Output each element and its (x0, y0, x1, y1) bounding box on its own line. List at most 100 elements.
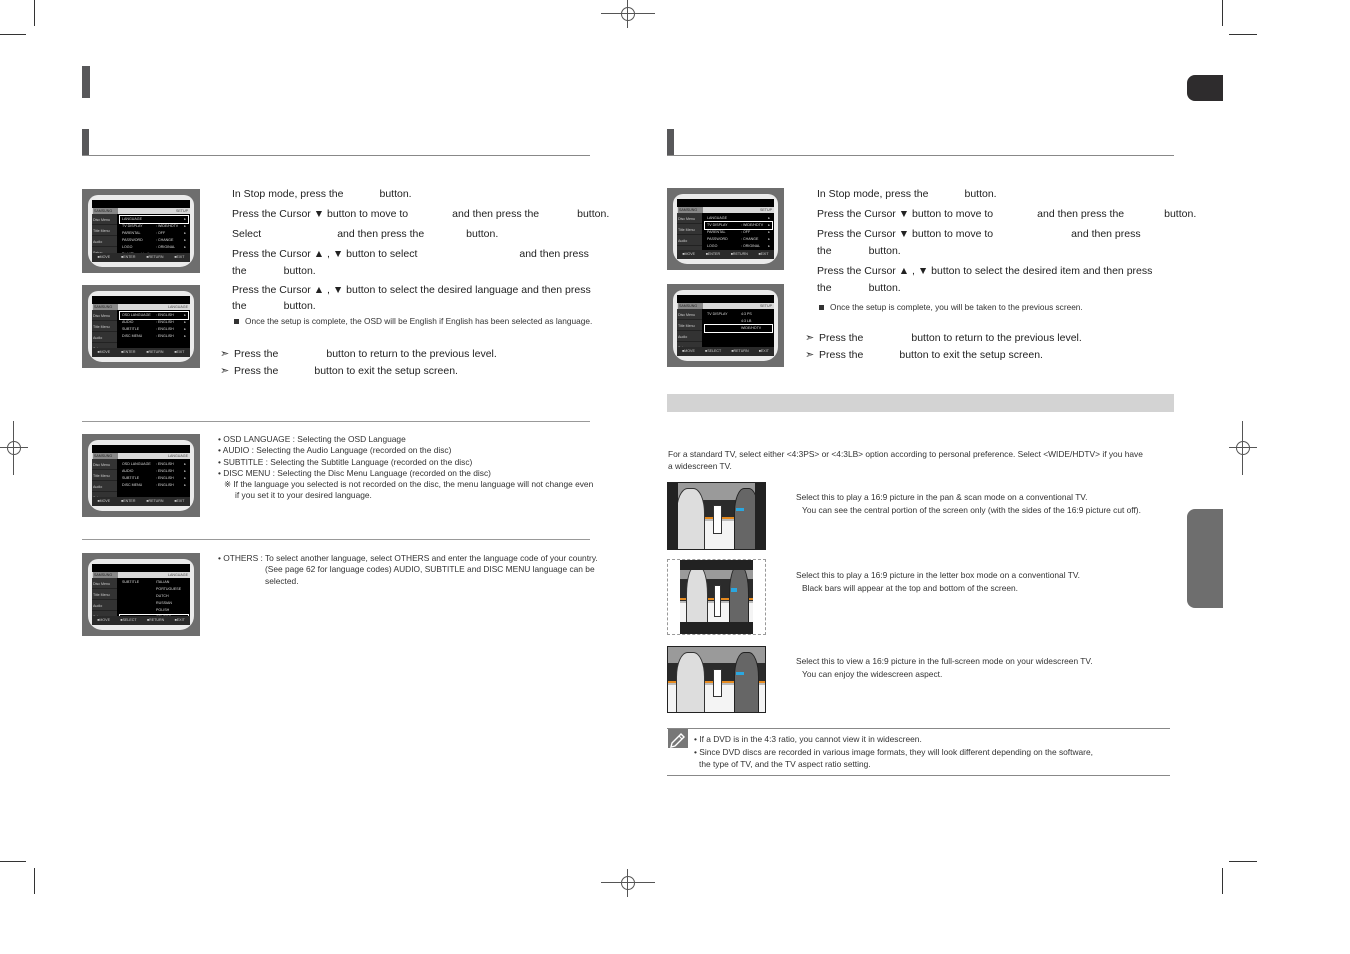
registration-mark (601, 0, 655, 28)
osd-screen-setup-tv-display: SAMSUNGSETUP Disc MenuTitle MenuAudioSet… (667, 188, 784, 270)
text: SETUP (176, 209, 188, 213)
text: Title Menu (92, 321, 117, 332)
tip-return: ➣ Press the button to return to the previo… (220, 347, 497, 360)
osd-menu-row: PARENTAL: OFF ▸ (707, 230, 770, 234)
osd-menu-row: SUBTITLE ITALIAN (122, 580, 170, 584)
text: SETUP (760, 304, 772, 308)
mode-wide-desc: Select this to view a 16:9 picture in th… (796, 655, 1176, 680)
text: LANGUAGE (168, 573, 188, 577)
osd-sidebar: Disc MenuTitle MenuAudioSetup (92, 214, 117, 258)
osd-menu-row: PARENTAL: OFF ▸ (122, 231, 186, 235)
tv-display-intro: For a standard TV, select either <4:3PS>… (668, 448, 1168, 472)
notes-text: • If a DVD is in the 4:3 ratio, you cann… (694, 733, 1174, 771)
step-5: Press the Cursor ▲ , ▼ button to select … (232, 282, 591, 299)
osd-footer-label: ■MOVE (97, 350, 111, 354)
osd-footer-label: ■SELECT (120, 618, 137, 622)
arrow-icon: ➣ (805, 332, 815, 344)
text: Black bars will appear at the top and bo… (802, 582, 1019, 593)
osd-footer-label: ■ENTER (121, 499, 136, 503)
text: In Stop mode, press the (232, 188, 344, 200)
text: the (232, 300, 247, 312)
arrow-icon: ➣ (220, 365, 230, 377)
osd-footer: ■MOVE ■ENTER ■RETURN ■EXIT (92, 253, 190, 262)
text: Select this to view a 16:9 picture in th… (796, 656, 1093, 666)
step-4-cont: the button. (232, 263, 316, 280)
text: button to return to the previous level. (911, 332, 1082, 344)
osd-menu-row: PASSWORD: CHANGE ▸ (122, 238, 186, 242)
text: and then press (1071, 228, 1141, 240)
text: Press the Cursor ▼ button to move to (817, 228, 994, 240)
r-step-3-cont: the button. (817, 243, 901, 260)
osd-screen-tv-display-options: SAMSUNGSETUP Disc MenuTitle MenuAudioSet… (667, 284, 784, 367)
text: • AUDIO : Selecting the Audio Language (… (218, 445, 452, 456)
osd-menu-row: LANGUAGE ▸ (119, 215, 189, 224)
osd-footer-label: ■ENTER (121, 350, 136, 354)
r-tip-exit: ➣ Press the button to exit the setup scree… (805, 348, 1043, 361)
osd-menu-row: TV DISPLAY: WIDE/HDTV ▸ (704, 221, 773, 230)
text: and then press (519, 248, 589, 260)
osd-footer-label: ■MOVE (97, 618, 110, 622)
osd-menu-row: AUDIO: ENGLISH ▸ (122, 320, 186, 324)
text: Select this to play a 16:9 picture in th… (796, 570, 1080, 580)
section-heading-tv-display (667, 129, 1174, 156)
osd-menu-row: SUBTITLE: ENGLISH ▸ (122, 476, 186, 480)
osd-footer: ■MOVE ■SELECT ■RETURN ■EXIT (92, 616, 190, 625)
text: Audio (92, 236, 117, 247)
others-description: • OTHERS : To select another language, s… (218, 553, 598, 587)
text: selected. (265, 575, 299, 586)
osd-menu-row: OSD LANGUAGE: ENGLISH ▸ (119, 311, 189, 320)
r-step-2: Press the Cursor ▼ button to move to and … (817, 206, 1196, 223)
crop-mark (0, 861, 26, 862)
osd-menu-row: POLISH (156, 608, 170, 612)
text: Press the (234, 365, 279, 377)
text: Disc Menu (677, 309, 702, 320)
osd-menu-row: TV DISPLAY 4:3 PS (707, 312, 752, 316)
text: the (232, 265, 247, 277)
osd-footer: ■MOVE ■ENTER ■RETURN ■EXIT (92, 497, 190, 506)
osd-footer-label: ■RETURN (146, 350, 164, 354)
text: Press the (234, 348, 279, 360)
osd-screen-setup: SAMSUNGSETUP Disc MenuTitle MenuAudioSet… (82, 189, 200, 273)
osd-footer-label: ■RETURN (730, 252, 748, 256)
r-step-4-cont: the button. (817, 280, 901, 297)
crop-mark (1222, 868, 1223, 894)
osd-footer-label: ■RETURN (731, 349, 749, 353)
text: Title Menu (92, 589, 117, 600)
crop-mark (0, 34, 26, 35)
registration-mark (1229, 421, 1257, 475)
osd-menu-row: RUSSIAN (156, 601, 172, 605)
text: Audio (677, 331, 702, 342)
text: In Stop mode, press the (817, 188, 929, 200)
text: Audio (92, 481, 117, 492)
picture-4-3-ps (667, 482, 766, 550)
osd-footer-label: ■RETURN (146, 255, 164, 259)
text: • OTHERS : To select another language, s… (218, 553, 598, 563)
text: if you set it to your desired language. (235, 490, 372, 501)
text: Once the setup is complete, the OSD will… (245, 316, 593, 326)
r-step-1: In Stop mode, press the button. (817, 186, 997, 203)
r-step-note: Once the setup is complete, you will be … (819, 302, 1083, 312)
text: button. (283, 265, 316, 277)
text: Once the setup is complete, you will be … (830, 302, 1083, 312)
divider (82, 421, 590, 422)
osd-footer-label: ■MOVE (682, 252, 696, 256)
crop-mark (1229, 34, 1257, 35)
chapter-tab (1187, 509, 1223, 608)
page-tab (1187, 75, 1223, 101)
text: You can enjoy the widescreen aspect. (802, 668, 943, 679)
text: • SUBTITLE : Selecting the Subtitle Lang… (218, 456, 473, 467)
step-5-cont: the button. (232, 298, 316, 315)
divider (667, 728, 1170, 729)
text: button. (868, 282, 901, 294)
text: (See page 62 for language codes) AUDIO, … (265, 564, 595, 575)
osd-footer-label: ■EXIT (174, 350, 185, 354)
registration-mark (0, 421, 28, 475)
osd-footer-label: ■ENTER (705, 252, 721, 256)
text: button to exit the setup screen. (314, 365, 458, 377)
osd-menu-row: PASSWORD: CHANGE ▸ (707, 237, 770, 241)
text: button to exit the setup screen. (899, 349, 1043, 361)
text: button. (964, 188, 997, 200)
text: the (817, 245, 832, 257)
text: the (817, 282, 832, 294)
text: Press the Cursor ▼ button to move to (232, 208, 409, 220)
